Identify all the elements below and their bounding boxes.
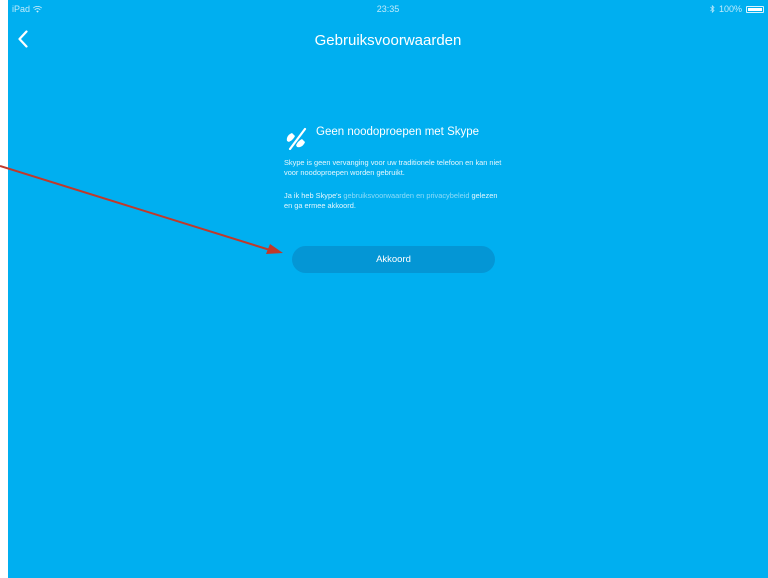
and-text: en (414, 191, 427, 201)
agreement-prefix: Ja ik heb Skype's (284, 191, 344, 201)
notice-description: Skype is geen vervanging voor uw traditi… (284, 158, 502, 177)
agreement-text: Ja ik heb Skype's gebruiksvoorwaarden en… (284, 191, 504, 210)
navigation-bar: Gebruiksvoorwaarden (8, 22, 768, 58)
battery-percentage: 100% (718, 4, 742, 14)
status-bar: iPad 23:35 100% (8, 0, 768, 16)
bluetooth-icon (710, 5, 715, 13)
notice-title: Geen noodoproepen met Skype (316, 126, 480, 138)
notice-header: Geen noodoproepen met Skype (284, 124, 504, 150)
app-screen: iPad 23:35 100% Gebruiksvoorwaarden Geen… (8, 0, 768, 578)
battery-icon (746, 5, 764, 13)
status-time: 23:35 (376, 4, 400, 14)
accept-button[interactable]: Akkoord (292, 246, 495, 273)
status-right: 100% (710, 4, 764, 14)
emergency-notice: Geen noodoproepen met Skype Skype is gee… (284, 124, 504, 210)
page-title: Gebruiksvoorwaarden (314, 32, 462, 49)
terms-link[interactable]: gebruiksvoorwaarden (343, 191, 414, 200)
privacy-link[interactable]: privacybeleid (426, 191, 469, 200)
no-emergency-call-icon (286, 127, 307, 150)
